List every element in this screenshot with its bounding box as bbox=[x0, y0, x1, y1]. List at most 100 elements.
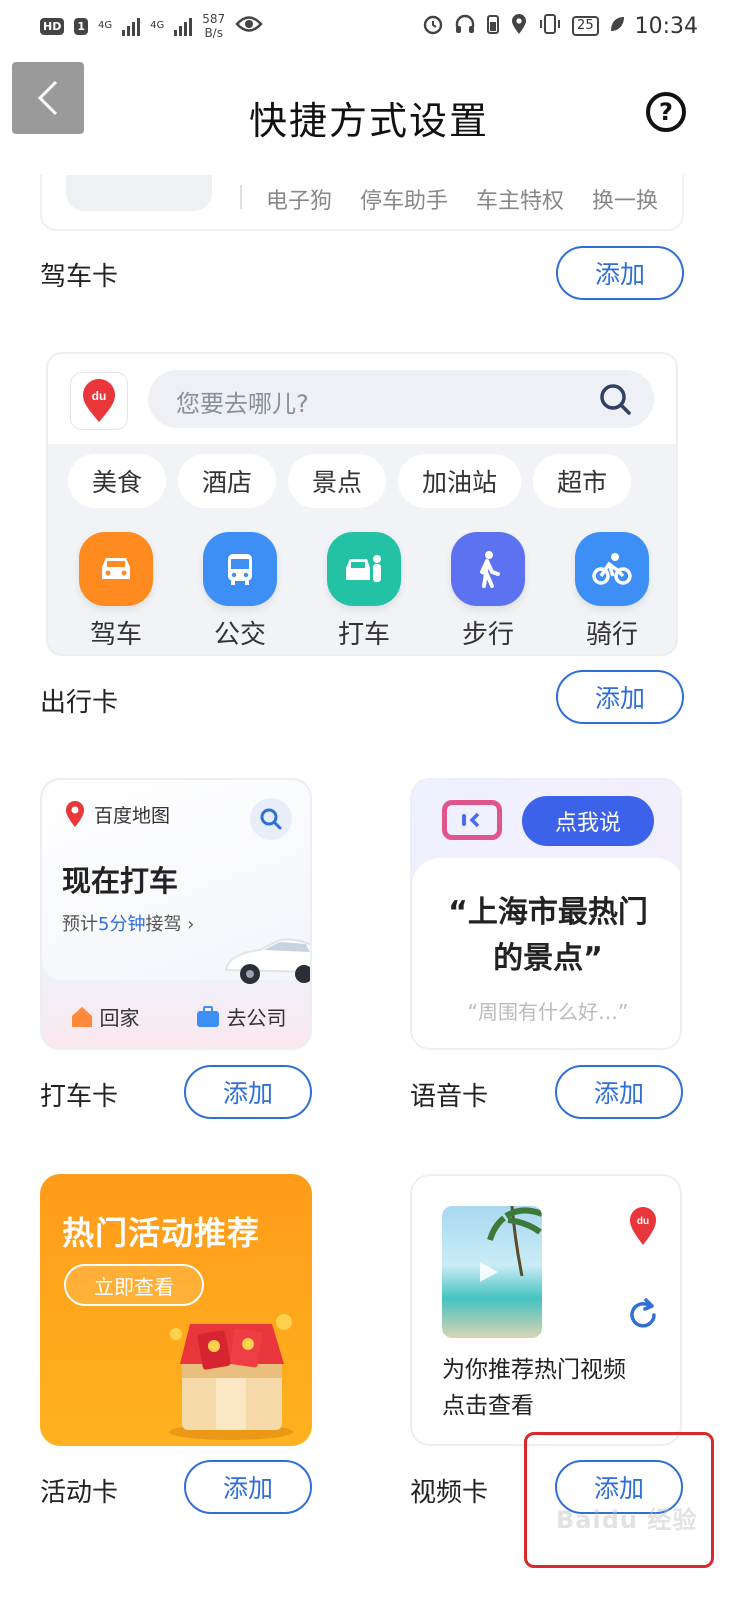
taxi-sub-highlight: 5分钟 bbox=[98, 914, 146, 935]
taxi-card-shortcuts: 回家 去公司 bbox=[42, 1002, 310, 1031]
drive-link-privileges: 车主特权 bbox=[476, 189, 565, 214]
net-speed: 587 B/s bbox=[202, 12, 225, 40]
alarm-icon bbox=[422, 13, 444, 40]
add-travel-card-button[interactable]: 添加 bbox=[556, 670, 684, 724]
search-icon bbox=[598, 382, 632, 420]
home-icon bbox=[71, 1006, 92, 1027]
taxi-work-label: 去公司 bbox=[226, 1006, 287, 1030]
drive-card-links: 电子狗 停车助手 车主特权 换一换 bbox=[266, 183, 658, 215]
car-icon bbox=[79, 532, 153, 606]
drive-card-pill bbox=[66, 175, 212, 211]
taxi-icon bbox=[327, 532, 401, 606]
mode-walk: 步行 bbox=[433, 532, 543, 651]
mode-drive: 驾车 bbox=[61, 532, 171, 651]
taxi-card-preview: 百度地图 现在打车 预计5分钟接驾 › 回家 去公司 bbox=[40, 778, 312, 1050]
page-title: 快捷方式设置 bbox=[248, 99, 489, 143]
status-left: HD 1 4G 4G 587 B/s bbox=[40, 12, 263, 40]
taxi-card-subtitle: 预计5分钟接驾 › bbox=[62, 910, 194, 936]
drive-link-refresh: 换一换 bbox=[592, 189, 659, 214]
drive-link-parking: 停车助手 bbox=[360, 189, 449, 214]
taxi-search-icon bbox=[250, 798, 292, 840]
baidu-logo-text: du bbox=[92, 389, 107, 403]
network2-label: 4G bbox=[150, 20, 165, 31]
video-line1: 为你推荐热门视频 bbox=[442, 1357, 626, 1383]
add-voice-card-button[interactable]: 添加 bbox=[555, 1065, 683, 1119]
battery-indicator: 25 bbox=[572, 16, 599, 36]
status-right: 25 10:34 bbox=[422, 13, 698, 40]
voice-quote-line1: “上海市最热门 bbox=[448, 895, 648, 930]
travel-chips: 美食 酒店 景点 加油站 超市 bbox=[68, 454, 632, 508]
headphones-icon bbox=[454, 13, 476, 40]
taxi-card-label: 打车卡 bbox=[40, 1082, 119, 1112]
help-button[interactable]: ? bbox=[646, 92, 686, 132]
mode-walk-label: 步行 bbox=[461, 620, 514, 650]
voice-quote-line2: 的景点” bbox=[493, 941, 603, 976]
car-illustration bbox=[220, 930, 310, 994]
chip-attraction: 景点 bbox=[288, 454, 387, 508]
voice-card-quote: “上海市最热门 的景点” bbox=[412, 890, 680, 982]
map-pin-icon bbox=[66, 801, 84, 827]
eye-icon bbox=[235, 14, 263, 38]
video-line2: 点击查看 bbox=[442, 1393, 534, 1419]
mode-taxi: 打车 bbox=[309, 532, 419, 651]
activity-card-title: 热门活动推荐 bbox=[62, 1214, 261, 1252]
video-card-text: 为你推荐热门视频 点击查看 bbox=[442, 1352, 626, 1424]
signal1-icon bbox=[122, 16, 141, 36]
voice-assistant-icon bbox=[442, 800, 502, 840]
taxi-brand-name: 百度地图 bbox=[94, 804, 171, 827]
signal2-icon bbox=[174, 16, 193, 36]
chip-hotel: 酒店 bbox=[178, 454, 277, 508]
hd-badge: HD bbox=[40, 17, 65, 35]
bus-icon bbox=[203, 532, 277, 606]
mode-bus: 公交 bbox=[185, 532, 295, 651]
taxi-sub-prefix: 预计 bbox=[62, 914, 98, 935]
chip-gas-station: 加油站 bbox=[398, 454, 522, 508]
mode-bus-label: 公交 bbox=[213, 620, 266, 650]
voice-card-hint: “周围有什么好…” bbox=[467, 1000, 629, 1024]
treasure-chest-icon bbox=[156, 1304, 306, 1446]
add-activity-card-button[interactable]: 添加 bbox=[184, 1460, 312, 1514]
travel-card-header: du 您要去哪儿? bbox=[48, 354, 676, 444]
help-icon: ? bbox=[659, 98, 673, 126]
refresh-icon bbox=[626, 1298, 660, 1336]
travel-card-preview: du 您要去哪儿? 美食 酒店 景点 加油站 超市 驾车 公交 打车 步行 骑行 bbox=[46, 352, 678, 656]
video-thumbnail bbox=[442, 1206, 542, 1338]
travel-card-label: 出行卡 bbox=[40, 688, 119, 718]
phone-battery-icon bbox=[486, 13, 500, 40]
chip-food: 美食 bbox=[68, 454, 167, 508]
voice-speak-button: 点我说 bbox=[522, 796, 654, 846]
drive-card-label: 驾车卡 bbox=[40, 262, 119, 292]
travel-search-placeholder: 您要去哪儿? bbox=[176, 390, 309, 418]
taxi-home-label: 回家 bbox=[99, 1006, 140, 1030]
mode-drive-label: 驾车 bbox=[89, 620, 142, 650]
play-icon bbox=[480, 1262, 498, 1282]
taxi-home-shortcut: 回家 bbox=[70, 1002, 140, 1031]
location-icon bbox=[510, 13, 528, 40]
video-card-preview: du 为你推荐热门视频 点击查看 bbox=[410, 1174, 682, 1446]
vibrate-icon bbox=[538, 13, 562, 40]
watermark: Baidu 经验 bbox=[556, 1506, 698, 1534]
taxi-card-brand: 百度地图 bbox=[64, 800, 170, 828]
drive-card-divider bbox=[240, 185, 242, 209]
add-drive-card-button[interactable]: 添加 bbox=[556, 246, 684, 300]
leaf-icon bbox=[609, 14, 625, 38]
network1-label: 4G bbox=[98, 20, 113, 31]
voice-card-label: 语音卡 bbox=[410, 1082, 489, 1112]
taxi-work-shortcut: 去公司 bbox=[195, 1002, 287, 1031]
taxi-sub-suffix: 接驾 › bbox=[145, 914, 195, 935]
chip-supermarket: 超市 bbox=[533, 454, 632, 508]
activity-view-button: 立即查看 bbox=[64, 1264, 204, 1306]
baidu-map-logo: du bbox=[70, 372, 128, 430]
mode-taxi-label: 打车 bbox=[337, 620, 390, 650]
activity-card-preview: 热门活动推荐 立即查看 bbox=[40, 1174, 312, 1446]
bike-icon bbox=[575, 532, 649, 606]
header: 快捷方式设置 ? bbox=[0, 52, 738, 172]
travel-search-box: 您要去哪儿? bbox=[148, 370, 654, 428]
net-speed-value: 587 bbox=[202, 12, 226, 26]
add-taxi-card-button[interactable]: 添加 bbox=[184, 1065, 312, 1119]
mode-bike: 骑行 bbox=[557, 532, 667, 651]
sim1-badge: 1 bbox=[74, 17, 88, 35]
briefcase-icon bbox=[196, 1005, 219, 1027]
status-bar: HD 1 4G 4G 587 B/s 25 10:34 bbox=[0, 0, 738, 52]
taxi-card-title: 现在打车 bbox=[62, 864, 179, 898]
